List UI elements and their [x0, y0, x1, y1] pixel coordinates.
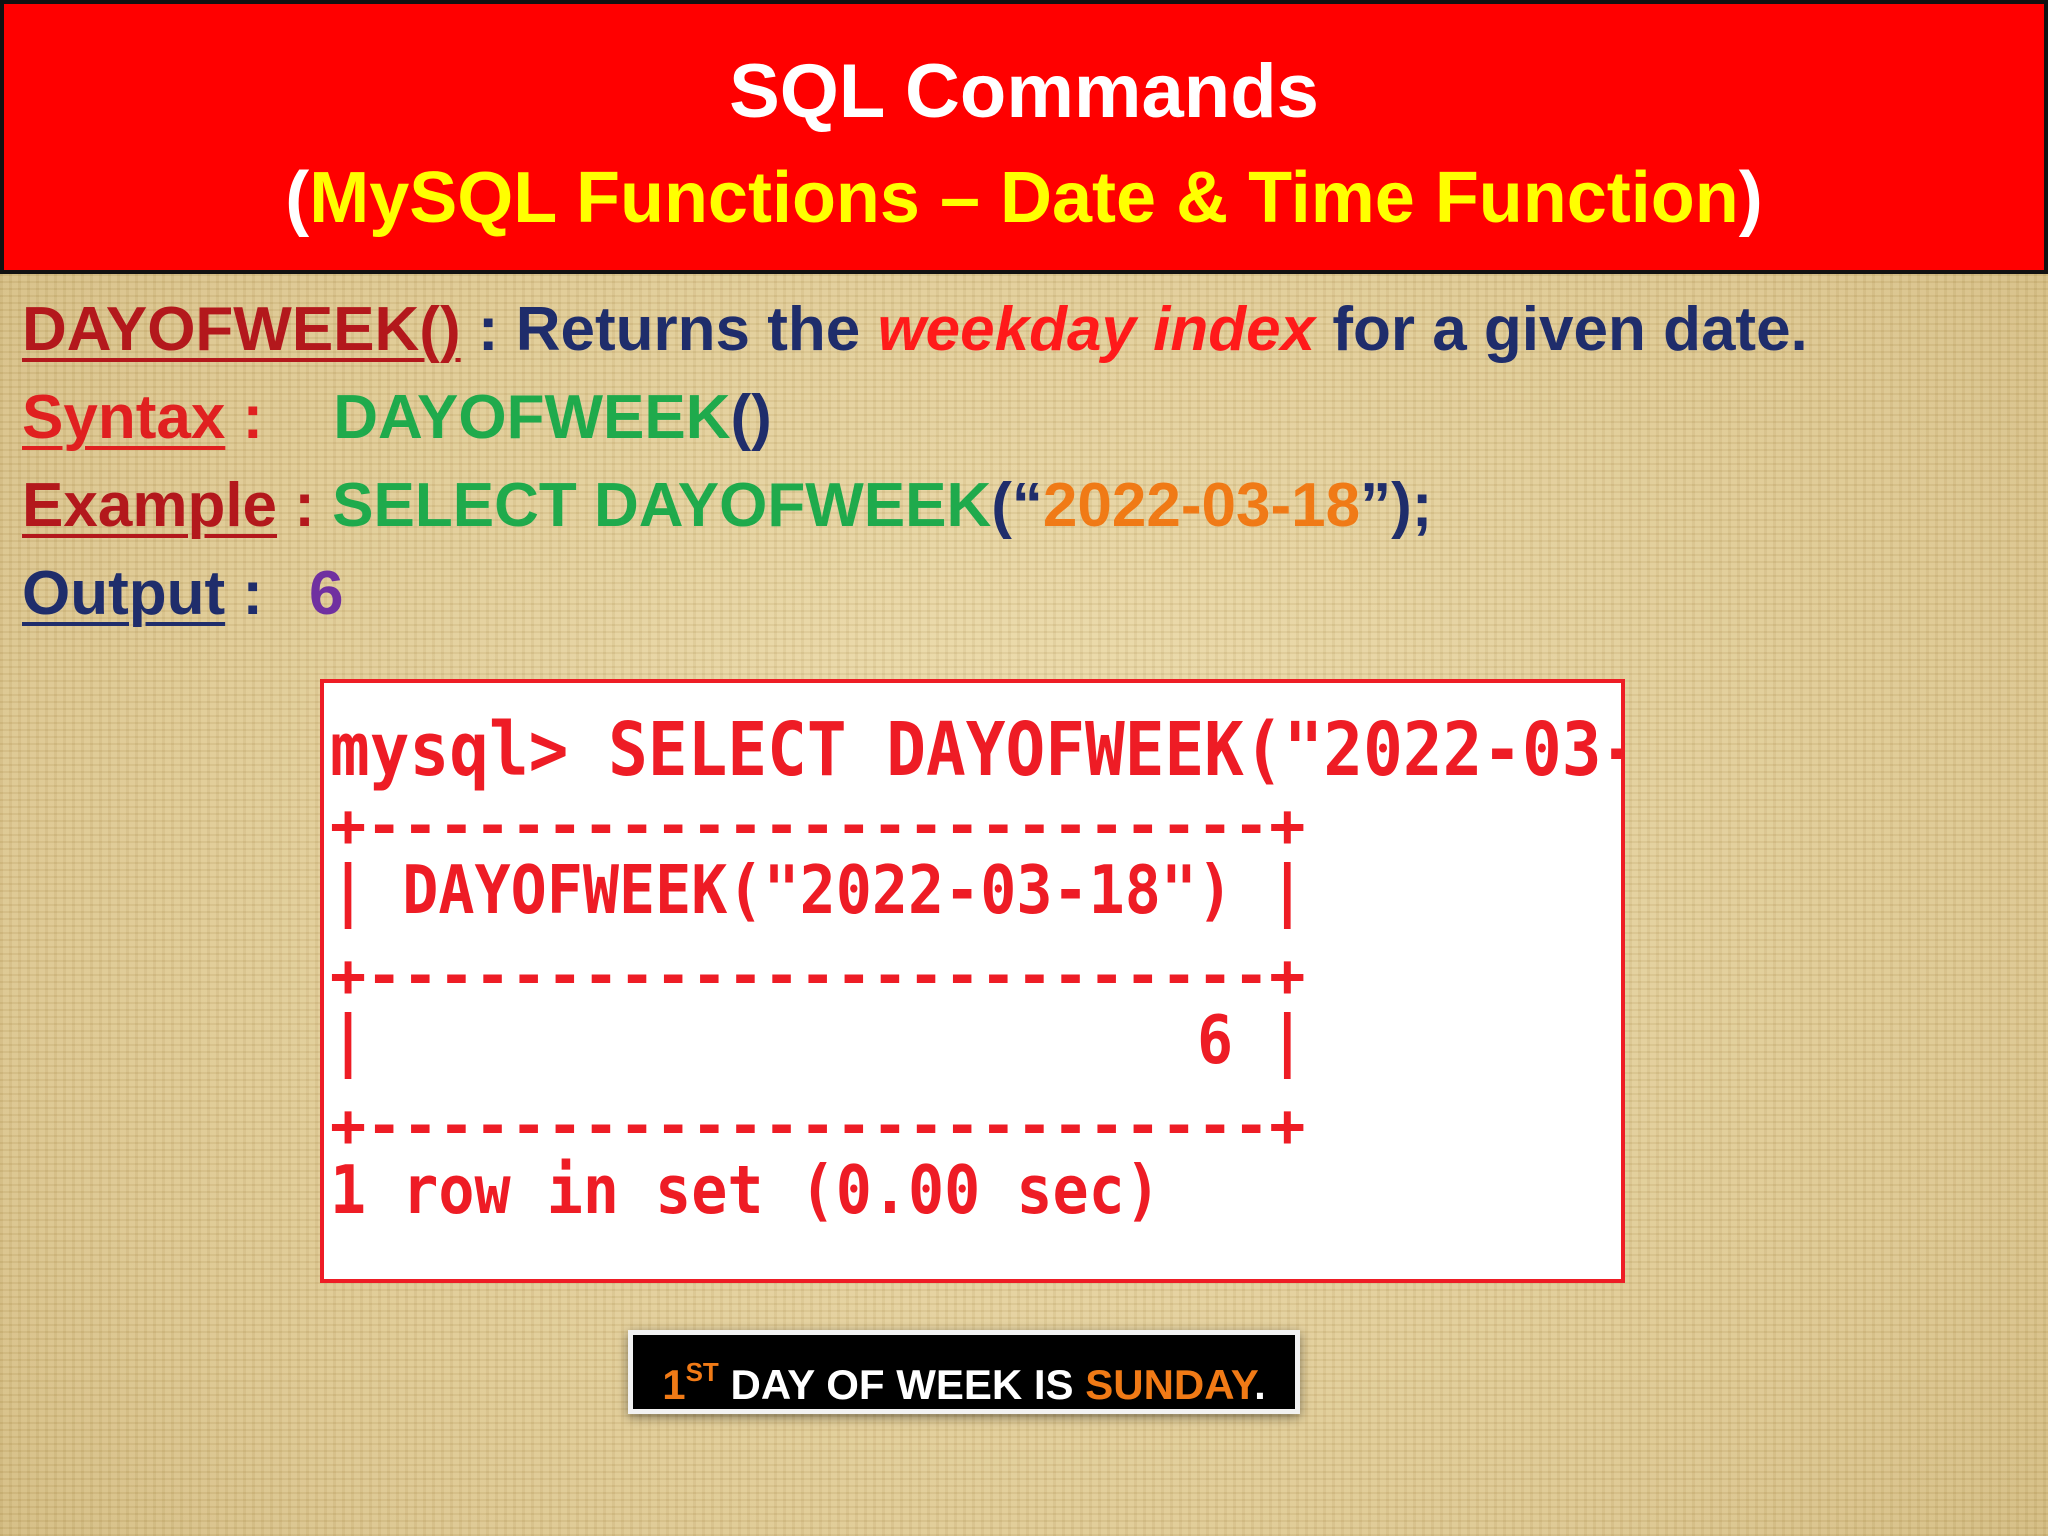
definition-line: DAYOFWEEK() : Returns the weekday index … [22, 290, 1808, 370]
syntax-label: Syntax [22, 383, 226, 452]
example-label: Example [22, 471, 278, 540]
note-period: . [1254, 1361, 1266, 1408]
output-colon: : [225, 559, 264, 628]
console-row-count: 1 row in set (0.00 sec) [330, 1151, 1161, 1230]
subtitle-open-paren: ( [285, 158, 310, 238]
syntax-colon: : [225, 383, 264, 452]
subtitle-text: MySQL Functions – Date & Time Function [309, 158, 1739, 238]
syntax-parens: () [730, 383, 772, 452]
example-line: Example : SELECT DAYOFWEEK(“2022-03-18”)… [22, 466, 1432, 546]
syntax-line: Syntax : DAYOFWEEK() [22, 378, 772, 458]
console-result-row: | 6 | [330, 1001, 1306, 1080]
console-command: mysql> SELECT DAYOFWEEK("2022-03-18"); [330, 706, 1621, 793]
definition-text-after: for a given date. [1315, 295, 1808, 364]
note-number: 1 [662, 1361, 686, 1408]
example-colon: : [277, 471, 333, 540]
note-day: SUNDAY [1085, 1361, 1255, 1408]
console-header-row: | DAYOFWEEK("2022-03-18") | [330, 851, 1306, 930]
mysql-console: mysql> SELECT DAYOFWEEK("2022-03-18"); +… [320, 679, 1625, 1283]
output-label: Output [22, 559, 226, 628]
example-open: (“ [991, 471, 1043, 540]
note-text: DAY OF WEEK IS [718, 1361, 1086, 1408]
note-superscript: ST [685, 1357, 719, 1387]
slide-subtitle: (MySQL Functions – Date & Time Function) [4, 152, 2044, 244]
slide-title: SQL Commands [729, 49, 1319, 134]
syntax-function: DAYOFWEEK [333, 383, 731, 452]
example-keyword: SELECT DAYOFWEEK [332, 471, 992, 540]
header-banner: SQL Commands (MySQL Functions – Date & T… [0, 0, 2048, 274]
output-value: 6 [309, 559, 344, 628]
output-line: Output :6 [22, 554, 344, 634]
definition-text-before: Returns the [515, 295, 878, 364]
definition-separator: : [460, 295, 516, 364]
example-close: ”); [1360, 471, 1433, 540]
example-date: 2022-03-18 [1042, 471, 1361, 540]
note-box: 1ST DAY OF WEEK IS SUNDAY. [628, 1330, 1300, 1414]
definition-emphasis: weekday index [877, 295, 1316, 364]
function-name: DAYOFWEEK() [22, 295, 461, 364]
subtitle-close-paren: ) [1738, 158, 1763, 238]
